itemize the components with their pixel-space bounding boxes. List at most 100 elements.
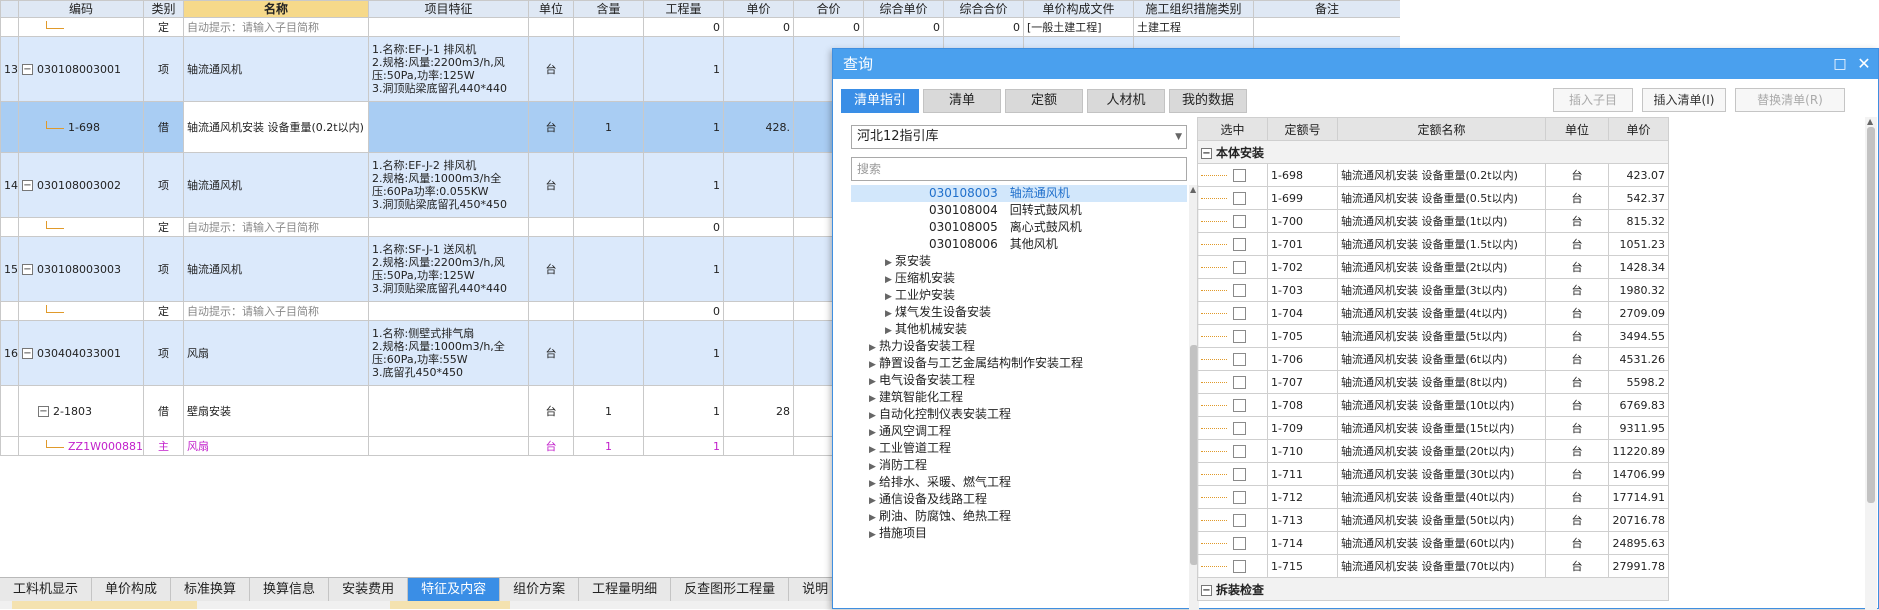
cell-feature[interactable] bbox=[368, 217, 529, 237]
quota-row[interactable]: 1-709 轴流通风机安装 设备重量(15t以内) 台 9311.95 bbox=[1197, 416, 1669, 440]
cell-select[interactable] bbox=[1197, 324, 1268, 348]
cell-feature[interactable]: 1.名称:侧壁式排气扇 2.规格:风量:1000m3/h,全压:60Pa,功率:5… bbox=[368, 320, 529, 386]
cell-select[interactable] bbox=[1197, 163, 1268, 187]
cell-name[interactable]: 自动提示：请输入子目简称 bbox=[183, 17, 369, 37]
cell-select[interactable] bbox=[1197, 439, 1268, 463]
cell-select[interactable] bbox=[1197, 370, 1268, 394]
checkbox[interactable] bbox=[1233, 490, 1246, 504]
quota-row[interactable]: 1-700 轴流通风机安装 设备重量(1t以内) 台 815.32 bbox=[1197, 209, 1669, 233]
collapse-icon[interactable]: − bbox=[1201, 584, 1212, 596]
bill-col-header[interactable]: 项目特征 bbox=[368, 0, 529, 18]
quota-col-header[interactable]: 定额号 bbox=[1267, 117, 1338, 141]
cell-name[interactable]: 自动提示：请输入子目简称 bbox=[183, 301, 369, 321]
cell-feature[interactable]: 1.名称:EF-J-2 排风机 2.规格:风量:1000m3/h全压:60Pa功率… bbox=[368, 152, 529, 218]
quota-row[interactable]: 1-699 轴流通风机安装 设备重量(0.5t以内) 台 542.37 bbox=[1197, 186, 1669, 210]
quota-row[interactable]: 1-703 轴流通风机安装 设备重量(3t以内) 台 1980.32 bbox=[1197, 278, 1669, 302]
bottom-tab[interactable]: 反查图形工程量 bbox=[671, 578, 790, 601]
tree-node[interactable]: ▶ 煤气发生设备安装 bbox=[851, 304, 1187, 321]
tree-node[interactable]: ▶ 电气设备安装工程 bbox=[851, 372, 1187, 389]
dialog-tab[interactable]: 我的数据 bbox=[1169, 89, 1247, 113]
quota-col-header[interactable]: 单位 bbox=[1545, 117, 1609, 141]
checkbox[interactable] bbox=[1233, 260, 1246, 274]
bottom-tab[interactable]: 工程量明细 bbox=[579, 578, 672, 601]
cell-quantity[interactable]: 1 bbox=[643, 320, 724, 386]
cell-name[interactable]: 壁扇安装 bbox=[183, 385, 369, 437]
cell-select[interactable] bbox=[1197, 232, 1268, 256]
quota-group-row[interactable]: − 本体安装 bbox=[1197, 140, 1669, 164]
tree-node[interactable]: ▶ 热力设备安装工程 bbox=[851, 338, 1187, 355]
maximize-icon[interactable]: □ bbox=[1828, 49, 1852, 79]
collapse-icon[interactable]: − bbox=[38, 406, 49, 417]
cell-name[interactable]: 风扇 bbox=[183, 320, 369, 386]
close-icon[interactable]: ✕ bbox=[1852, 49, 1876, 79]
search-input[interactable]: 搜索 bbox=[851, 157, 1187, 181]
bill-col-header[interactable]: 合价 bbox=[793, 0, 864, 18]
tree-node[interactable]: ▶ 其他机械安装 bbox=[851, 321, 1187, 338]
cell-quantity[interactable]: 1 bbox=[643, 385, 724, 437]
quota-row[interactable]: 1-704 轴流通风机安装 设备重量(4t以内) 台 2709.09 bbox=[1197, 301, 1669, 325]
cell-feature[interactable] bbox=[368, 101, 529, 153]
table-row[interactable]: 定自动提示：请输入子目简称 0 0 0 0 0 [一般土建工程] 土建工程 bbox=[0, 17, 1400, 37]
tree-node[interactable]: ▶ 自动化控制仪表安装工程 bbox=[851, 406, 1187, 423]
bill-col-header[interactable]: 名称 bbox=[183, 0, 369, 18]
quota-row[interactable]: 1-706 轴流通风机安装 设备重量(6t以内) 台 4531.26 bbox=[1197, 347, 1669, 371]
cell-feature[interactable]: 1.名称:SF-J-1 送风机 2.规格:风量:2200m3/h,风压:50Pa,… bbox=[368, 236, 529, 302]
cell-quantity[interactable]: 1 bbox=[643, 36, 724, 102]
quota-row[interactable]: 1-698 轴流通风机安装 设备重量(0.2t以内) 台 423.07 bbox=[1197, 163, 1669, 187]
bill-col-header[interactable]: 类别 bbox=[143, 0, 184, 18]
quota-col-header[interactable]: 选中 bbox=[1197, 117, 1268, 141]
quota-row[interactable]: 1-711 轴流通风机安装 设备重量(30t以内) 台 14706.99 bbox=[1197, 462, 1669, 486]
tree-node[interactable]: ▶ 通信设备及线路工程 bbox=[851, 491, 1187, 508]
quota-row[interactable]: 1-712 轴流通风机安装 设备重量(40t以内) 台 17714.91 bbox=[1197, 485, 1669, 509]
cell-select[interactable] bbox=[1197, 255, 1268, 279]
bill-col-header[interactable]: 工程量 bbox=[643, 0, 724, 18]
checkbox[interactable] bbox=[1233, 375, 1246, 389]
cell-select[interactable] bbox=[1197, 347, 1268, 371]
quota-row[interactable]: 1-705 轴流通风机安装 设备重量(5t以内) 台 3494.55 bbox=[1197, 324, 1669, 348]
bill-col-header[interactable]: 单位 bbox=[528, 0, 574, 18]
collapse-icon[interactable]: − bbox=[22, 264, 33, 275]
quota-row[interactable]: 1-701 轴流通风机安装 设备重量(1.5t以内) 台 1051.23 bbox=[1197, 232, 1669, 256]
cell-quantity[interactable]: 1 bbox=[643, 152, 724, 218]
cell-quantity[interactable]: 1 bbox=[643, 101, 724, 153]
cell-quantity[interactable]: 0 bbox=[643, 301, 724, 321]
bill-col-header[interactable]: 施工组织措施类别 bbox=[1133, 0, 1254, 18]
tree-node[interactable]: ▶ 静置设备与工艺金属结构制作安装工程 bbox=[851, 355, 1187, 372]
tree-node[interactable]: 030108006 其他风机 bbox=[851, 236, 1187, 253]
cell-select[interactable] bbox=[1197, 301, 1268, 325]
checkbox[interactable] bbox=[1233, 214, 1246, 228]
library-select[interactable]: 河北12指引库 ▼ bbox=[851, 125, 1187, 149]
cell-select[interactable] bbox=[1197, 416, 1268, 440]
cell-feature[interactable]: 1.名称:EF-J-1 排风机 2.规格:风量:2200m3/h,风压:50Pa,… bbox=[368, 36, 529, 102]
bill-col-header[interactable]: 单价 bbox=[723, 0, 794, 18]
cell-quantity[interactable]: 1 bbox=[643, 236, 724, 302]
dialog-tab[interactable]: 清单 bbox=[923, 89, 1001, 113]
cell-select[interactable] bbox=[1197, 485, 1268, 509]
tree-node[interactable]: ▶ 工业管道工程 bbox=[851, 440, 1187, 457]
bottom-tab[interactable]: 单价构成 bbox=[92, 578, 172, 601]
cell-quantity[interactable]: 0 bbox=[643, 217, 724, 237]
bill-col-header[interactable]: 综合合价 bbox=[943, 0, 1024, 18]
bottom-tab[interactable]: 换算信息 bbox=[250, 578, 330, 601]
quota-row[interactable]: 1-702 轴流通风机安装 设备重量(2t以内) 台 1428.34 bbox=[1197, 255, 1669, 279]
insert-list-button[interactable]: 插入清单(I) bbox=[1642, 88, 1726, 112]
cell-select[interactable] bbox=[1197, 393, 1268, 417]
cell-quantity[interactable]: 1 bbox=[643, 436, 724, 456]
tree-node[interactable]: ▶ 泵安装 bbox=[851, 253, 1187, 270]
bill-col-header[interactable]: 编码 bbox=[18, 0, 144, 18]
collapse-icon[interactable]: − bbox=[22, 348, 33, 359]
bill-col-header[interactable]: 综合单价 bbox=[863, 0, 944, 18]
bottom-tab[interactable]: 标准换算 bbox=[171, 578, 251, 601]
checkbox[interactable] bbox=[1233, 329, 1246, 343]
tree-node[interactable]: 030108005 离心式鼓风机 bbox=[851, 219, 1187, 236]
cell-select[interactable] bbox=[1197, 278, 1268, 302]
quota-row[interactable]: 1-714 轴流通风机安装 设备重量(60t以内) 台 24895.63 bbox=[1197, 531, 1669, 555]
cell-feature[interactable] bbox=[368, 436, 529, 456]
checkbox[interactable] bbox=[1233, 536, 1246, 550]
checkbox[interactable] bbox=[1233, 467, 1246, 481]
quota-row[interactable]: 1-713 轴流通风机安装 设备重量(50t以内) 台 20716.78 bbox=[1197, 508, 1669, 532]
collapse-icon[interactable]: − bbox=[1201, 147, 1212, 159]
quota-scrollbar[interactable]: ▲ bbox=[1865, 117, 1877, 610]
cell-select[interactable] bbox=[1197, 209, 1268, 233]
cell-feature[interactable] bbox=[368, 301, 529, 321]
